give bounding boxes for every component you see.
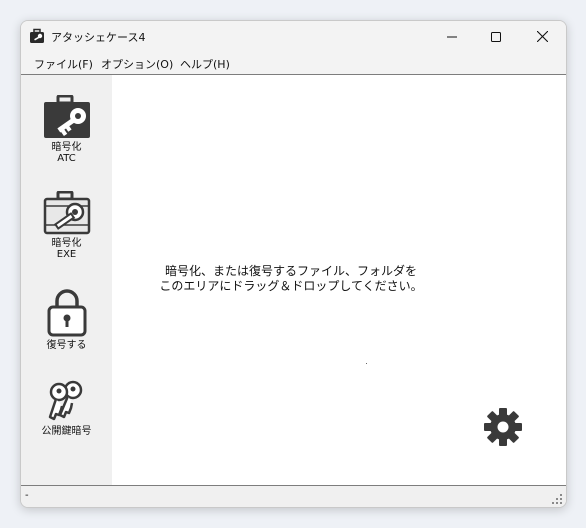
menu-help[interactable]: ヘルプ(H) <box>180 56 230 72</box>
public-key-button[interactable]: 公開鍵暗号 <box>21 379 112 437</box>
close-icon <box>536 31 548 42</box>
drop-area[interactable]: 暗号化、または復号するファイル、フォルダを このエリアにドラッグ＆ドロップしてく… <box>112 75 566 485</box>
app-window: アタッシェケース4 ファイル(F) オプション(O) ヘルプ(H) 暗号化 AT… <box>20 20 567 508</box>
center-dot <box>366 363 367 364</box>
main-content: 暗号化 ATC 暗号化 EXE 復号する 公開鍵暗号 暗号化、または復号するファ… <box>21 75 566 485</box>
status-bar: - <box>21 485 566 507</box>
decrypt-button[interactable]: 復号する <box>21 287 112 351</box>
drop-instructions: 暗号化、または復号するファイル、フォルダを このエリアにドラッグ＆ドロップしてく… <box>112 264 470 294</box>
menu-bar: ファイル(F) オプション(O) ヘルプ(H) <box>21 52 566 75</box>
title-bar[interactable]: アタッシェケース4 <box>21 21 566 52</box>
briefcase-key-icon <box>43 95 90 138</box>
minimize-button[interactable] <box>429 21 475 52</box>
keys-icon <box>48 380 82 421</box>
minimize-icon <box>447 36 457 37</box>
maximize-icon <box>491 31 501 42</box>
encrypt-exe-label-line1: 暗号化 <box>51 238 82 249</box>
maximize-button[interactable] <box>473 21 519 52</box>
public-key-label: 公開鍵暗号 <box>41 426 92 437</box>
encrypt-exe-label-line2: EXE <box>56 249 77 260</box>
encrypt-atc-label-line1: 暗号化 <box>51 142 82 153</box>
close-button[interactable] <box>519 21 565 52</box>
app-icon <box>30 28 44 43</box>
status-text: - <box>25 490 29 501</box>
window-title: アタッシェケース4 <box>51 31 146 44</box>
encrypt-exe-button[interactable]: 暗号化 EXE <box>21 191 112 260</box>
encrypt-atc-button[interactable]: 暗号化 ATC <box>21 95 112 164</box>
menu-options[interactable]: オプション(O) <box>101 56 173 72</box>
briefcase-key-outline-icon <box>43 191 90 235</box>
padlock-icon <box>47 289 86 337</box>
menu-file[interactable]: ファイル(F) <box>34 56 93 72</box>
drop-instructions-line1: 暗号化、または復号するファイル、フォルダを <box>164 264 417 278</box>
drop-instructions-line2: このエリアにドラッグ＆ドロップしてください。 <box>159 279 423 293</box>
decrypt-label: 復号する <box>46 340 87 351</box>
resize-grip-icon[interactable] <box>551 493 563 505</box>
gear-icon[interactable] <box>483 407 523 447</box>
encrypt-atc-label-line2: ATC <box>57 153 76 164</box>
sidebar: 暗号化 ATC 暗号化 EXE 復号する 公開鍵暗号 <box>21 75 112 485</box>
